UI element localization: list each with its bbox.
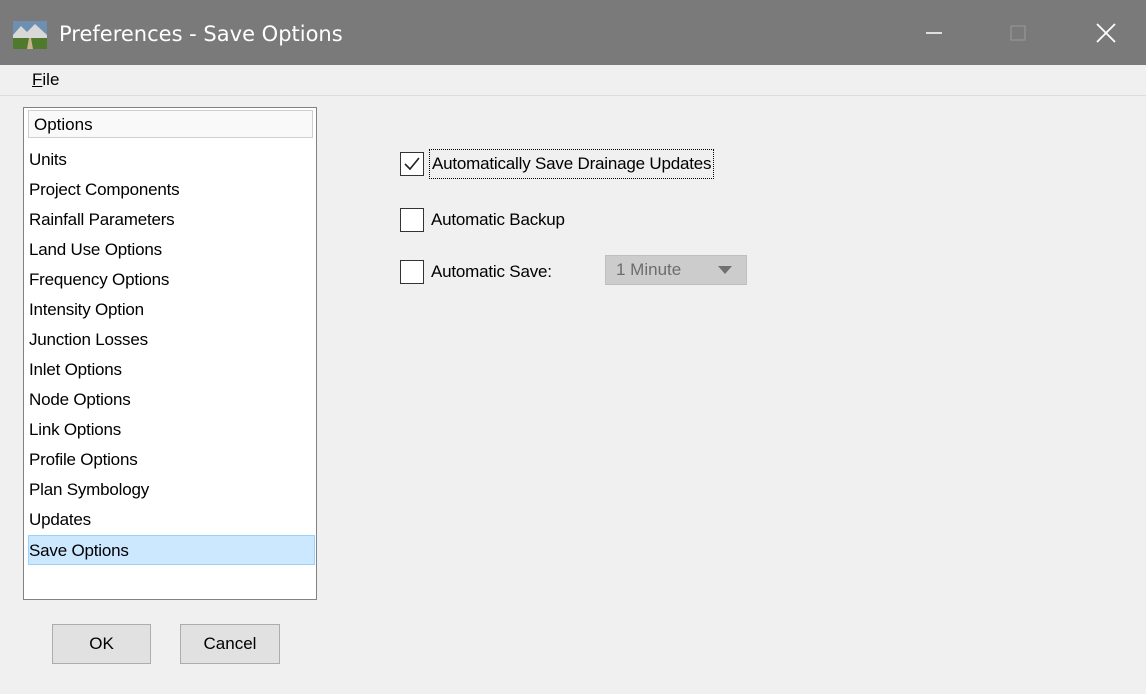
list-item-plan-symbology[interactable]: Plan Symbology [29,475,313,505]
title-bar: Preferences - Save Options [0,0,1146,65]
list-item-land-use-options[interactable]: Land Use Options [29,235,313,265]
list-item-profile-options[interactable]: Profile Options [29,445,313,475]
auto-save-interval-value: 1 Minute [616,260,682,279]
list-item-frequency-options[interactable]: Frequency Options [29,265,313,295]
minimize-button[interactable] [904,0,964,65]
landscape-app-icon [13,21,47,49]
options-list-header: Options [28,110,313,138]
auto-save-interval-select[interactable]: 1 Minute [605,255,747,285]
ok-button[interactable]: OK [52,624,151,664]
menu-bar: File [0,65,1146,96]
list-item-node-options[interactable]: Node Options [29,385,313,415]
auto-save-checkbox[interactable] [400,260,424,284]
options-list[interactable]: Options Units Project Components Rainfal… [23,107,317,600]
maximize-button[interactable] [988,0,1048,65]
cancel-button[interactable]: Cancel [180,624,280,664]
list-item-project-components[interactable]: Project Components [29,175,313,205]
list-item-inlet-options[interactable]: Inlet Options [29,355,313,385]
auto-backup-label[interactable]: Automatic Backup [431,206,565,234]
auto-backup-checkbox[interactable] [400,208,424,232]
list-item-junction-losses[interactable]: Junction Losses [29,325,313,355]
list-item-intensity-option[interactable]: Intensity Option [29,295,313,325]
list-item-link-options[interactable]: Link Options [29,415,313,445]
menu-file-label: ile [42,70,60,89]
list-item-rainfall-parameters[interactable]: Rainfall Parameters [29,205,313,235]
chevron-down-icon [718,266,732,274]
auto-save-drainage-checkbox[interactable] [400,152,424,176]
window-title: Preferences - Save Options [59,22,343,46]
maximize-icon [1010,25,1026,40]
menu-file-accelerator: F [32,70,43,89]
auto-save-drainage-label[interactable]: Automatically Save Drainage Updates [429,149,715,179]
list-item-units[interactable]: Units [29,145,313,175]
checkmark-icon [404,157,420,171]
auto-save-label[interactable]: Automatic Save: [431,258,552,286]
list-item-save-options[interactable]: Save Options [28,535,315,565]
menu-file[interactable]: File [32,69,59,91]
minimize-icon [926,31,942,34]
close-button[interactable] [1076,0,1136,65]
list-item-updates[interactable]: Updates [29,505,313,535]
close-icon [1096,22,1116,43]
